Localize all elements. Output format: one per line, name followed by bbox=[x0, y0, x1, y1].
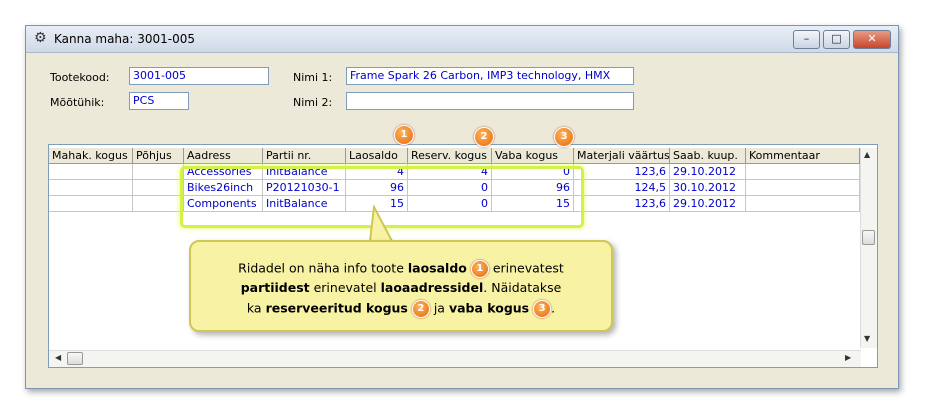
tootekood-field[interactable]: 3001-005 bbox=[129, 67, 269, 85]
cell-mahak-kogus[interactable] bbox=[49, 180, 133, 196]
cell-saab-kuup[interactable]: 29.10.2012 bbox=[670, 164, 746, 180]
col-header-materjali-vaartus[interactable]: Materjali väärtus bbox=[574, 148, 670, 164]
mootuhik-field[interactable]: PCS bbox=[129, 92, 189, 110]
col-header-partii-nr[interactable]: Partii nr. bbox=[263, 148, 346, 164]
maximize-button[interactable]: □ bbox=[823, 30, 850, 49]
horizontal-scrollbar[interactable]: ◀ ▶ bbox=[49, 350, 861, 367]
scroll-left-arrow-icon[interactable]: ◀ bbox=[55, 353, 61, 362]
callout-badge-2: 2 bbox=[411, 300, 430, 318]
cell-kommentaar[interactable] bbox=[746, 196, 860, 212]
scroll-down-arrow-icon[interactable]: ▼ bbox=[864, 334, 870, 343]
cell-mahak-kogus[interactable] bbox=[49, 164, 133, 180]
nimi1-field[interactable]: Frame Spark 26 Carbon, IMP3 technology, … bbox=[346, 67, 634, 85]
callout-line-3: ka reserveeritud kogus 2 ja vaba kogus 3… bbox=[191, 300, 611, 318]
col-header-saab-kuup[interactable]: Saab. kuup. bbox=[670, 148, 746, 164]
callout-line-2: partiidest erinevatel laoaadressidel. Nä… bbox=[191, 280, 611, 295]
cell-materjali-vaartus[interactable]: 123,6 bbox=[574, 164, 670, 180]
window-title: Kanna maha: 3001-005 bbox=[54, 32, 196, 46]
vertical-scroll-thumb[interactable] bbox=[862, 230, 875, 245]
col-header-mahak-kogus[interactable]: Mahak. kogus bbox=[49, 148, 133, 164]
close-button[interactable]: ✕ bbox=[853, 30, 891, 49]
nimi2-field[interactable] bbox=[346, 92, 634, 110]
cell-materjali-vaartus[interactable]: 123,6 bbox=[574, 196, 670, 212]
callout-text: erinevatel bbox=[309, 280, 381, 295]
horizontal-scroll-thumb[interactable] bbox=[67, 352, 83, 365]
callout-text: . bbox=[551, 300, 556, 316]
cell-saab-kuup[interactable]: 29.10.2012 bbox=[670, 196, 746, 212]
callout-pointer bbox=[368, 205, 394, 242]
callout-text: erinevatest bbox=[488, 260, 564, 276]
app-gear-icon: ⚙ bbox=[34, 30, 47, 46]
cell-pohjus[interactable] bbox=[133, 164, 184, 180]
minimize-button[interactable]: – bbox=[793, 30, 820, 49]
cell-materjali-vaartus[interactable]: 124,5 bbox=[574, 180, 670, 196]
callout-bubble: Ridadel on näha info toote laosaldo 1 er… bbox=[189, 240, 613, 332]
callout-badge-3: 3 bbox=[533, 300, 552, 318]
vertical-scrollbar[interactable]: ▲ ▼ bbox=[860, 148, 877, 348]
title-bar: ⚙ Kanna maha: 3001-005 – □ ✕ bbox=[26, 26, 898, 53]
cell-saab-kuup[interactable]: 30.10.2012 bbox=[670, 180, 746, 196]
tootekood-label: Tootekood: bbox=[50, 71, 110, 84]
callout-text: ja bbox=[429, 300, 449, 316]
badge-2: 2 bbox=[474, 127, 494, 147]
nimi1-label: Nimi 1: bbox=[293, 71, 333, 84]
callout-bold-laosaldo: laosaldo bbox=[407, 260, 467, 276]
scroll-right-arrow-icon[interactable]: ▶ bbox=[845, 353, 851, 362]
callout-text: ka bbox=[246, 300, 266, 316]
callout-bold-reserveeritud: reserveeritud kogus bbox=[265, 300, 408, 316]
col-header-reserv-kogus[interactable]: Reserv. kogus bbox=[408, 148, 492, 164]
col-header-vaba-kogus[interactable]: Vaba kogus bbox=[492, 148, 574, 164]
cell-pohjus[interactable] bbox=[133, 180, 184, 196]
cell-pohjus[interactable] bbox=[133, 196, 184, 212]
callout-bold-vaba-kogus: vaba kogus bbox=[448, 300, 530, 316]
col-header-kommentaar[interactable]: Kommentaar bbox=[746, 148, 860, 164]
callout-badge-1: 1 bbox=[470, 260, 489, 278]
badge-1: 1 bbox=[394, 125, 414, 145]
cell-mahak-kogus[interactable] bbox=[49, 196, 133, 212]
cell-kommentaar[interactable] bbox=[746, 180, 860, 196]
callout-text: . Näidatakse bbox=[483, 280, 562, 295]
col-header-pohjus[interactable]: Põhjus bbox=[133, 148, 184, 164]
col-header-aadress[interactable]: Aadress bbox=[184, 148, 263, 164]
callout-bold-laoaadressidel: laoaadressidel bbox=[380, 280, 484, 295]
callout-line-1: Ridadel on näha info toote laosaldo 1 er… bbox=[191, 260, 611, 278]
mootuhik-label: Mõõtühik: bbox=[50, 96, 105, 109]
scroll-up-arrow-icon[interactable]: ▲ bbox=[864, 150, 870, 159]
nimi2-label: Nimi 2: bbox=[293, 96, 333, 109]
callout-bold-partiidest: partiidest bbox=[240, 280, 310, 295]
callout-text: Ridadel on näha info toote bbox=[238, 260, 408, 276]
col-header-laosaldo[interactable]: Laosaldo bbox=[346, 148, 408, 164]
cell-kommentaar[interactable] bbox=[746, 164, 860, 180]
badge-3: 3 bbox=[554, 127, 574, 147]
